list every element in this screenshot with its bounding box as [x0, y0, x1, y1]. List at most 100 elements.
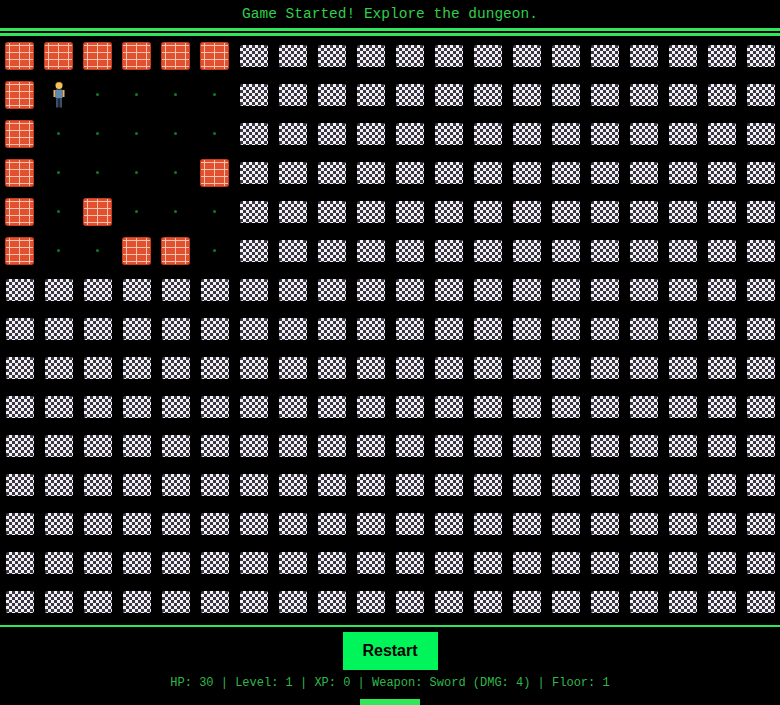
map-tile	[351, 348, 390, 387]
fog-icon	[123, 435, 151, 457]
map-tile	[468, 36, 507, 75]
fog-icon	[357, 123, 385, 145]
fog-icon	[318, 45, 346, 67]
fog-icon	[747, 552, 775, 574]
fog-icon	[513, 396, 541, 418]
wall-icon	[200, 159, 229, 187]
status-line: HP: 30 | Level: 1 | XP: 0 | Weapon: Swor…	[0, 675, 780, 691]
map-tile	[273, 582, 312, 621]
fog-icon	[435, 84, 463, 106]
map-tile	[117, 426, 156, 465]
map-tile	[39, 504, 78, 543]
fog-icon	[747, 591, 775, 613]
map-tile	[741, 465, 780, 504]
floor-icon	[135, 171, 138, 174]
map-tile	[0, 75, 39, 114]
restart-button[interactable]: Restart	[343, 632, 438, 670]
fog-icon	[513, 591, 541, 613]
fog-icon	[552, 552, 580, 574]
map-tile	[429, 75, 468, 114]
fog-icon	[513, 279, 541, 301]
fog-icon	[162, 552, 190, 574]
fog-icon	[279, 45, 307, 67]
map-tile	[273, 426, 312, 465]
fog-icon	[708, 357, 736, 379]
fog-icon	[552, 201, 580, 223]
map-tile	[429, 387, 468, 426]
map-tile	[234, 192, 273, 231]
map-tile	[234, 270, 273, 309]
map-tile	[663, 348, 702, 387]
map-tile	[663, 387, 702, 426]
map-tile	[39, 582, 78, 621]
fog-icon	[747, 435, 775, 457]
map-tile	[78, 348, 117, 387]
fog-icon	[318, 435, 346, 457]
map-tile	[39, 543, 78, 582]
fog-icon	[630, 357, 658, 379]
map-tile	[117, 75, 156, 114]
fog-icon	[552, 357, 580, 379]
map-tile	[624, 114, 663, 153]
floor-icon	[96, 171, 99, 174]
fog-icon	[357, 552, 385, 574]
map-tile	[663, 465, 702, 504]
wall-icon	[5, 198, 34, 226]
map-tile	[585, 309, 624, 348]
map-tile	[663, 309, 702, 348]
fog-icon	[162, 435, 190, 457]
fog-icon	[6, 318, 34, 340]
fog-icon	[747, 45, 775, 67]
fog-icon	[357, 435, 385, 457]
map-tile	[312, 36, 351, 75]
fog-icon	[318, 591, 346, 613]
wall-icon	[161, 42, 190, 70]
floor-icon	[96, 132, 99, 135]
map-tile	[273, 36, 312, 75]
map-tile	[117, 270, 156, 309]
fog-icon	[708, 84, 736, 106]
map-tile	[702, 387, 741, 426]
map-tile	[390, 504, 429, 543]
map-tile	[390, 36, 429, 75]
map-tile	[468, 75, 507, 114]
map-tile	[741, 387, 780, 426]
map-tile	[429, 504, 468, 543]
map-tile	[585, 387, 624, 426]
map-tile	[156, 309, 195, 348]
map-tile	[312, 153, 351, 192]
fog-icon	[6, 474, 34, 496]
map-tile	[195, 387, 234, 426]
map-tile	[39, 153, 78, 192]
fog-icon	[357, 279, 385, 301]
fog-icon	[201, 552, 229, 574]
map-tile	[507, 114, 546, 153]
fog-icon	[318, 357, 346, 379]
fog-icon	[357, 591, 385, 613]
fog-icon	[162, 591, 190, 613]
map-tile	[429, 543, 468, 582]
fog-icon	[747, 357, 775, 379]
fog-icon	[357, 318, 385, 340]
fog-icon	[279, 201, 307, 223]
map-tile	[741, 504, 780, 543]
map-tile	[468, 192, 507, 231]
fog-icon	[747, 201, 775, 223]
map-tile	[546, 309, 585, 348]
map-tile	[507, 426, 546, 465]
fog-icon	[279, 318, 307, 340]
fog-icon	[552, 162, 580, 184]
fog-icon	[708, 201, 736, 223]
fog-icon	[6, 435, 34, 457]
fog-icon	[84, 357, 112, 379]
fog-icon	[630, 513, 658, 535]
map-tile	[546, 543, 585, 582]
fog-icon	[474, 123, 502, 145]
fog-icon	[474, 318, 502, 340]
map-tile	[351, 192, 390, 231]
fog-icon	[708, 513, 736, 535]
map-tile	[546, 387, 585, 426]
map-tile	[273, 465, 312, 504]
map-tile	[195, 270, 234, 309]
map-tile	[390, 270, 429, 309]
